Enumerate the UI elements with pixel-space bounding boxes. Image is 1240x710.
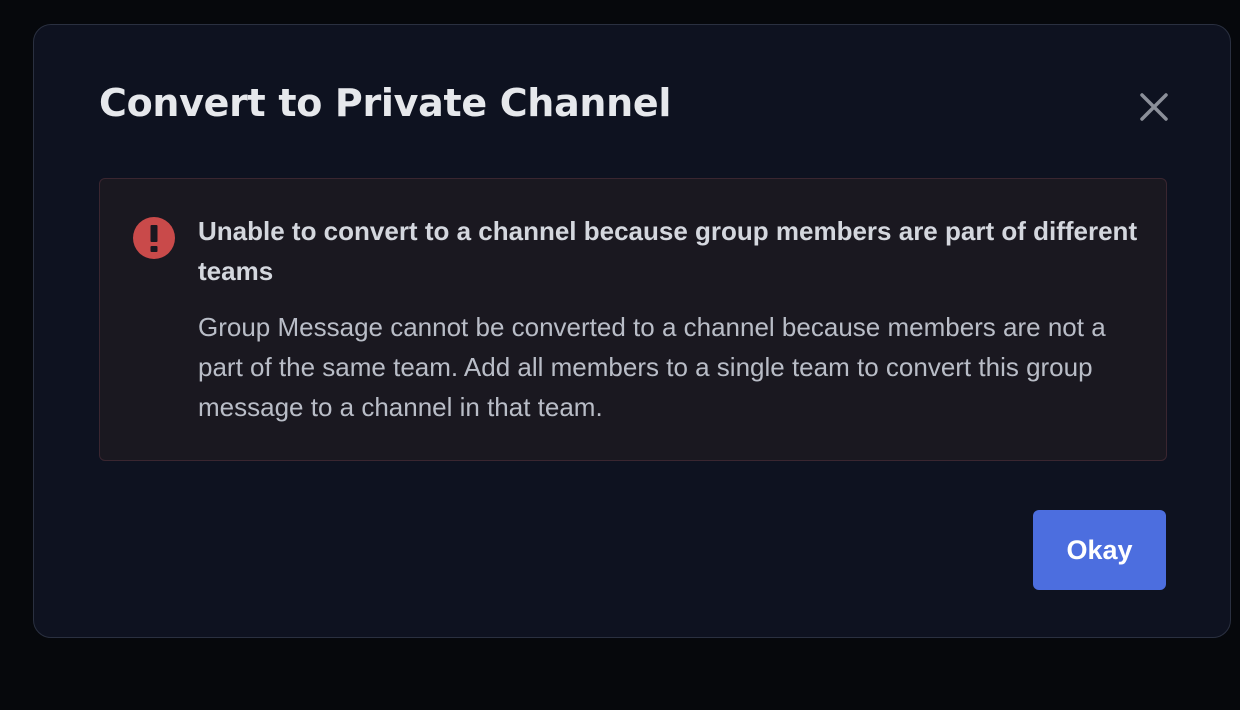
close-button[interactable] — [1135, 88, 1173, 126]
alert-body: Group Message cannot be converted to a c… — [198, 312, 1106, 422]
modal-title: Convert to Private Channel — [99, 81, 672, 125]
error-alert: Unable to convert to a channel because g… — [99, 178, 1167, 461]
okay-button[interactable]: Okay — [1033, 510, 1166, 590]
alert-heading: Unable to convert to a channel because g… — [198, 216, 1138, 286]
close-icon — [1140, 93, 1168, 121]
convert-private-channel-modal: Convert to Private Channel Unable to con… — [33, 24, 1231, 638]
error-exclamation-icon — [133, 217, 175, 259]
